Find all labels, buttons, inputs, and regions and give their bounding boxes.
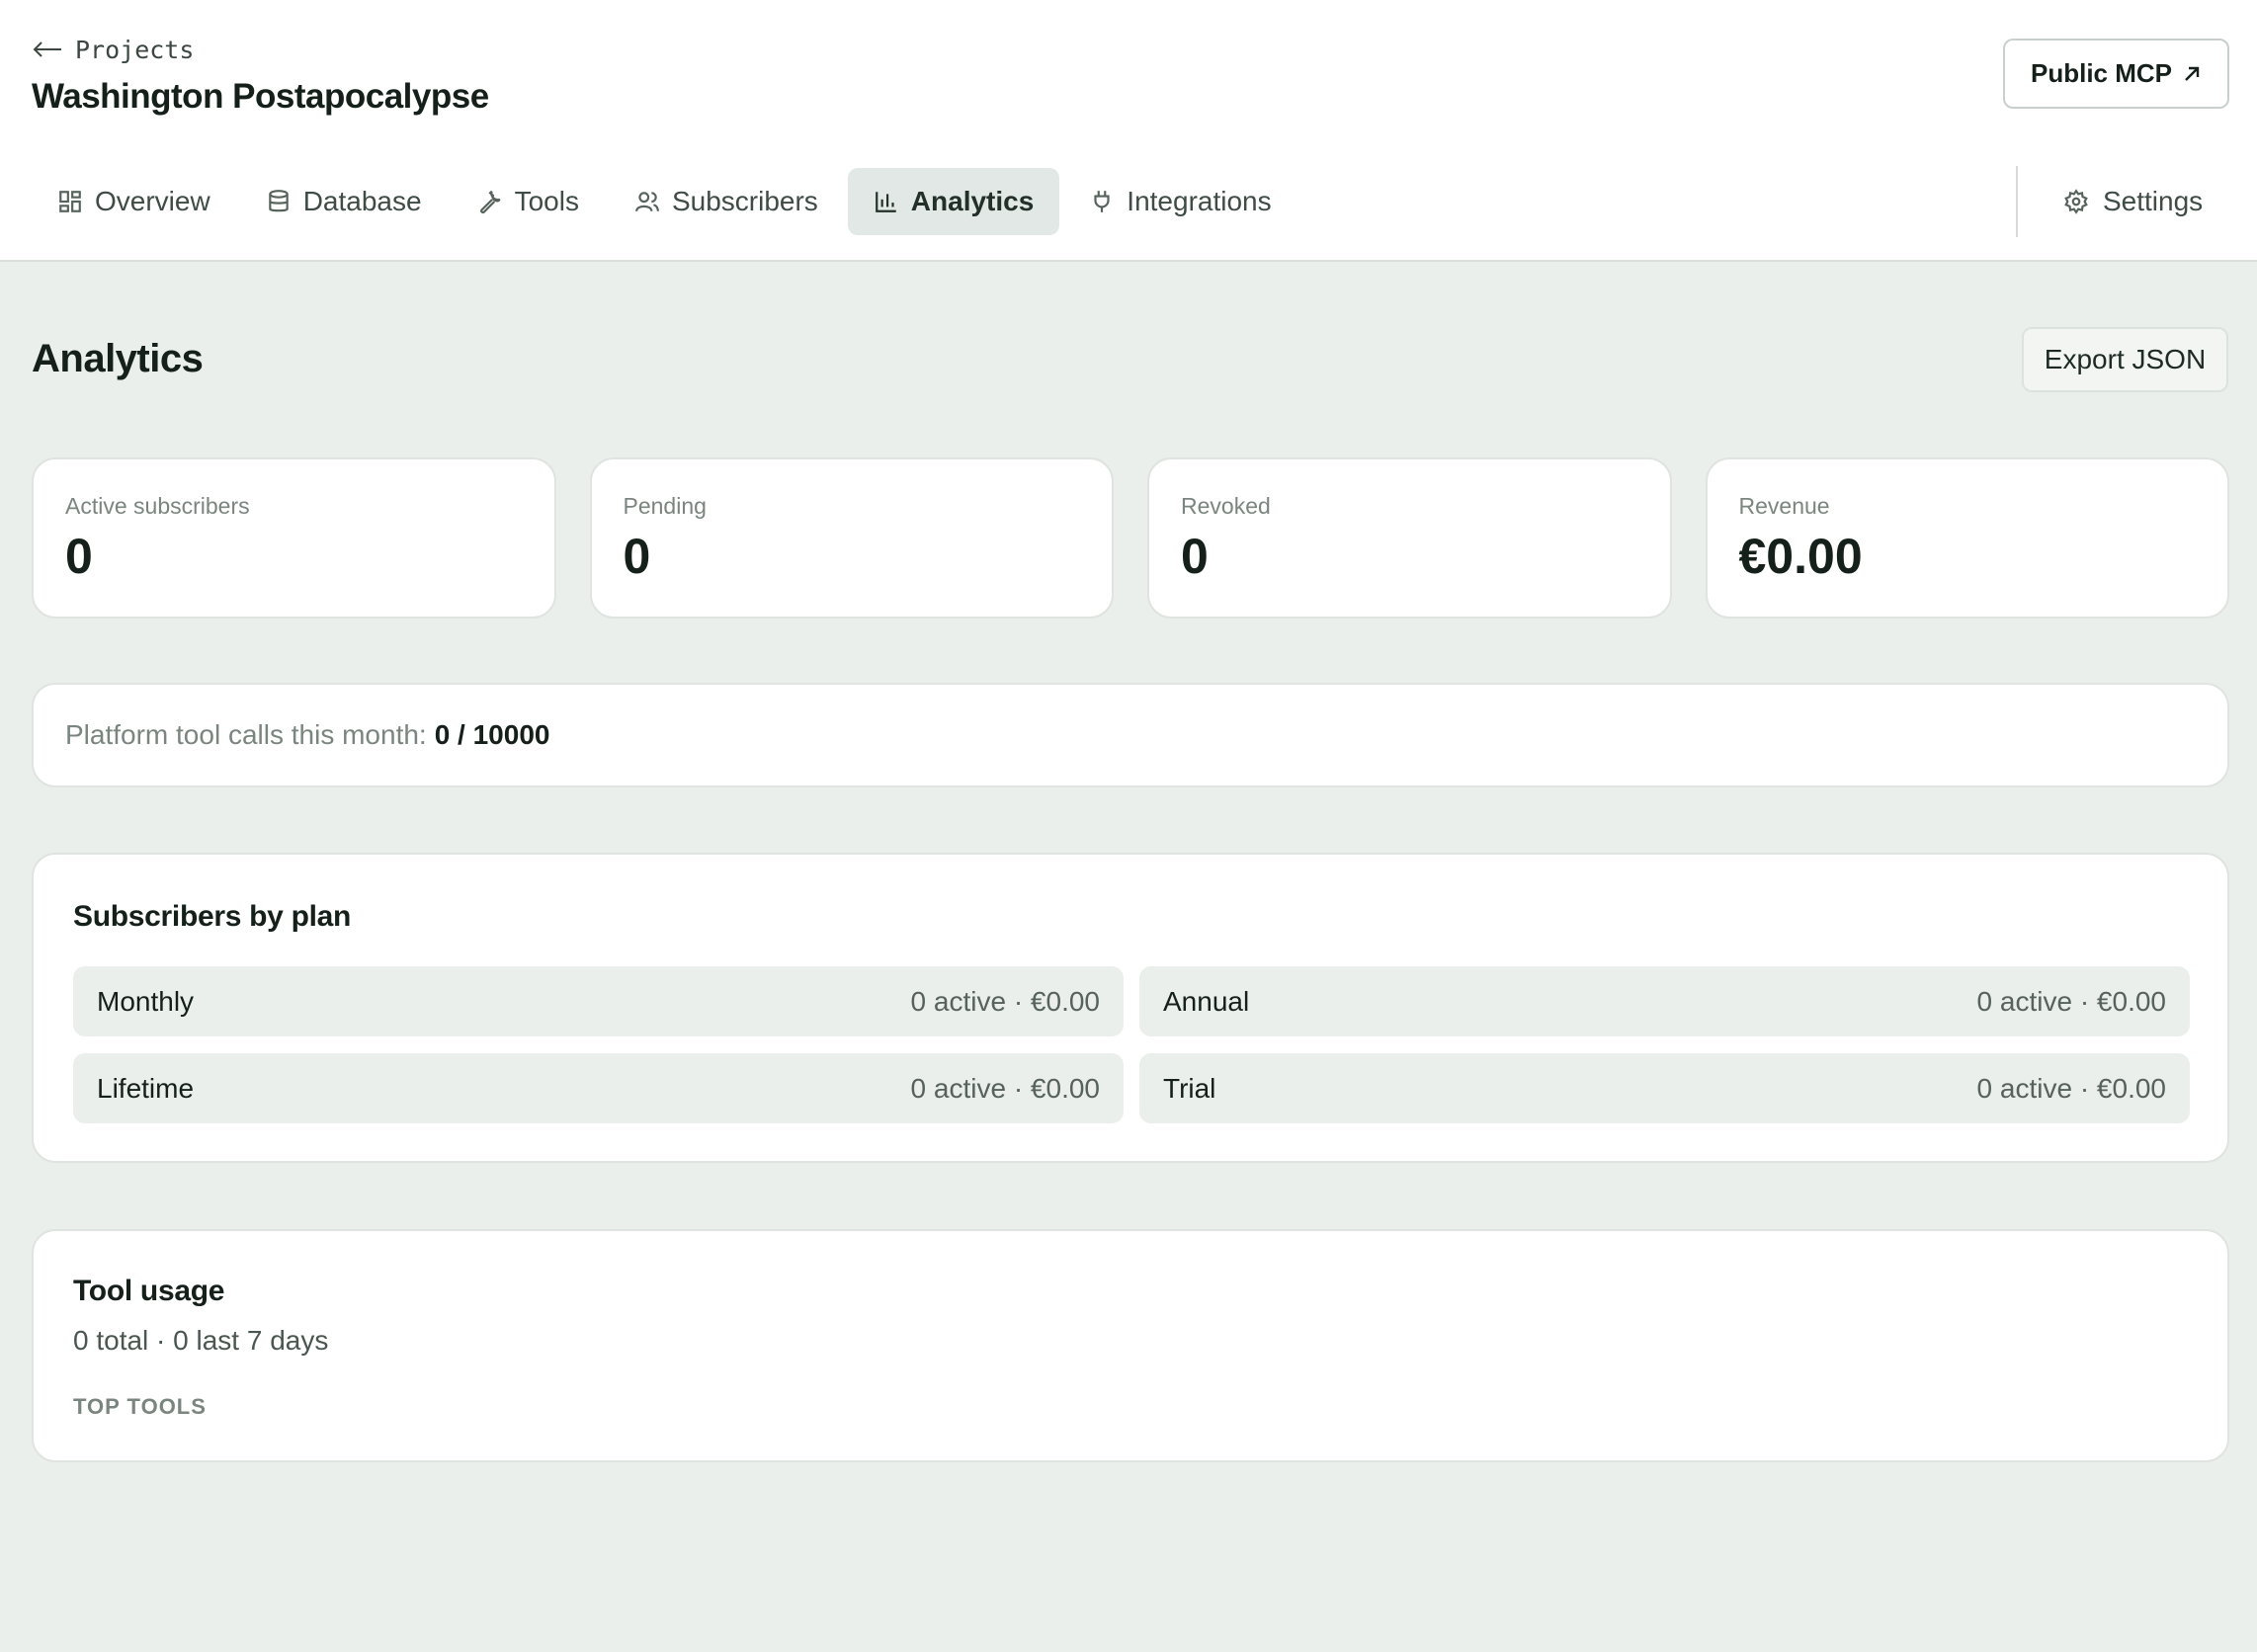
tool-usage-card: Tool usage 0 total · 0 last 7 days TOP T…: [32, 1229, 2229, 1462]
section-title: Subscribers by plan: [73, 900, 352, 933]
gear-icon: [2064, 189, 2088, 214]
export-json-button[interactable]: Export JSON: [2022, 327, 2228, 392]
arrow-left-icon: [33, 41, 61, 57]
stat-label: Revoked: [1181, 493, 1271, 519]
tab-subscribers[interactable]: Subscribers: [609, 168, 844, 235]
tab-label: Integrations: [1127, 186, 1272, 216]
database-icon: [268, 190, 289, 212]
plan-row-lifetime: Lifetime 0 active · €0.00: [73, 1053, 1124, 1123]
plan-name: Annual: [1163, 985, 1250, 1017]
plan-meta: 0 active · €0.00: [910, 1072, 1100, 1104]
plan-row-trial: Trial 0 active · €0.00: [1139, 1053, 2190, 1123]
plan-grid: Monthly 0 active · €0.00 Annual 0 active…: [73, 966, 2190, 1123]
wrench-icon: [479, 190, 501, 214]
project-nav: Overview Database Tools Subscribers Anal…: [32, 168, 1301, 235]
stats-row: Active subscribers 0 Pending 0 Revoked 0…: [32, 457, 2229, 619]
tool-calls-label: Platform tool calls this month:: [65, 719, 427, 750]
tab-label: Overview: [95, 186, 210, 216]
tab-database[interactable]: Database: [240, 168, 448, 235]
stat-value: 0: [1181, 529, 1209, 584]
plan-name: Trial: [1163, 1072, 1216, 1104]
stat-value: 0: [623, 529, 651, 584]
plan-meta: 0 active · €0.00: [1976, 1072, 2166, 1104]
stat-value: €0.00: [1738, 529, 1863, 584]
stat-value: 0: [65, 529, 93, 584]
plan-name: Lifetime: [97, 1072, 195, 1104]
section-title: Tool usage: [73, 1275, 225, 1307]
tab-overview[interactable]: Overview: [32, 168, 236, 235]
plan-row-monthly: Monthly 0 active · €0.00: [73, 966, 1124, 1036]
project-header: Projects Washington Postapocalypse Publi…: [0, 0, 2257, 262]
nav-divider: [2016, 166, 2018, 237]
plan-meta: 0 active · €0.00: [1976, 985, 2166, 1017]
tab-integrations[interactable]: Integrations: [1063, 168, 1296, 235]
stat-label: Revenue: [1738, 493, 1830, 519]
public-mcp-button[interactable]: Public MCP: [2003, 39, 2229, 109]
page-title: Analytics: [32, 337, 204, 380]
tab-settings[interactable]: Settings: [2044, 168, 2222, 235]
tab-label: Subscribers: [671, 186, 818, 216]
tab-label: Settings: [2103, 186, 2204, 216]
tool-calls-value: 0 / 10000: [434, 719, 550, 750]
project-title: Washington Postapocalypse: [32, 77, 489, 116]
plug-icon: [1094, 191, 1110, 212]
external-arrow-icon: [2185, 66, 2200, 81]
stat-card-pending: Pending 0: [589, 457, 1114, 619]
plan-row-annual: Annual 0 active · €0.00: [1139, 966, 2190, 1036]
usage-summary: 0 total · 0 last 7 days: [73, 1325, 329, 1356]
users-icon: [635, 192, 659, 212]
stat-label: Active subscribers: [65, 493, 250, 519]
tab-label: Database: [302, 186, 422, 216]
tab-tools[interactable]: Tools: [452, 168, 605, 235]
stat-card-active-subscribers: Active subscribers 0: [32, 457, 556, 619]
top-tools-heading: TOP TOOLS: [73, 1394, 207, 1419]
plan-meta: 0 active · €0.00: [910, 985, 1100, 1017]
tool-calls-card: Platform tool calls this month: 0 / 1000…: [32, 683, 2229, 787]
bar-chart-icon: [875, 192, 896, 212]
subscribers-by-plan-card: Subscribers by plan Monthly 0 active · €…: [32, 853, 2229, 1163]
stat-label: Pending: [623, 493, 707, 519]
back-to-projects-link[interactable]: Projects: [32, 34, 194, 65]
tab-label: Tools: [514, 186, 579, 216]
stat-card-revoked: Revoked 0: [1147, 457, 1672, 619]
stat-card-revenue: Revenue €0.00: [1705, 457, 2229, 619]
plan-name: Monthly: [97, 985, 195, 1017]
tab-label: Analytics: [910, 186, 1035, 216]
back-link-label: Projects: [75, 35, 195, 64]
grid-icon: [59, 191, 81, 212]
tab-analytics[interactable]: Analytics: [847, 168, 1060, 235]
public-mcp-label: Public MCP: [2030, 58, 2172, 88]
